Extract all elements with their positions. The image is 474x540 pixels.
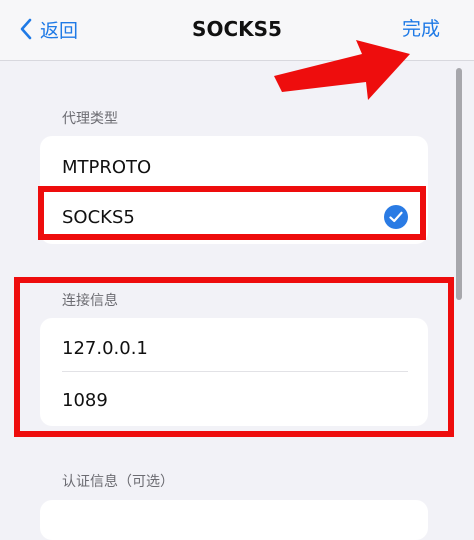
auth-info-card (40, 500, 428, 540)
port-field[interactable]: 1089 (62, 376, 408, 424)
port-value: 1089 (62, 389, 108, 411)
divider (62, 371, 408, 372)
proxy-type-label: 代理类型 (62, 111, 118, 127)
connection-info-label: 连接信息 (62, 293, 118, 309)
checkmark-icon (384, 205, 408, 229)
proxy-option-label: MTPROTO (62, 156, 152, 178)
proxy-option-mtproto[interactable]: MTPROTO (62, 144, 408, 190)
scrollbar[interactable] (456, 68, 462, 300)
connection-info-card: 127.0.0.1 1089 (40, 318, 428, 426)
proxy-type-card: MTPROTO SOCKS5 (40, 136, 428, 244)
proxy-option-socks5[interactable]: SOCKS5 (62, 194, 408, 240)
server-value: 127.0.0.1 (62, 337, 148, 359)
red-arrow-icon (274, 40, 410, 100)
server-field[interactable]: 127.0.0.1 (62, 324, 408, 372)
auth-info-label: 认证信息（可选） (62, 474, 174, 490)
proxy-option-label: SOCKS5 (62, 206, 135, 228)
